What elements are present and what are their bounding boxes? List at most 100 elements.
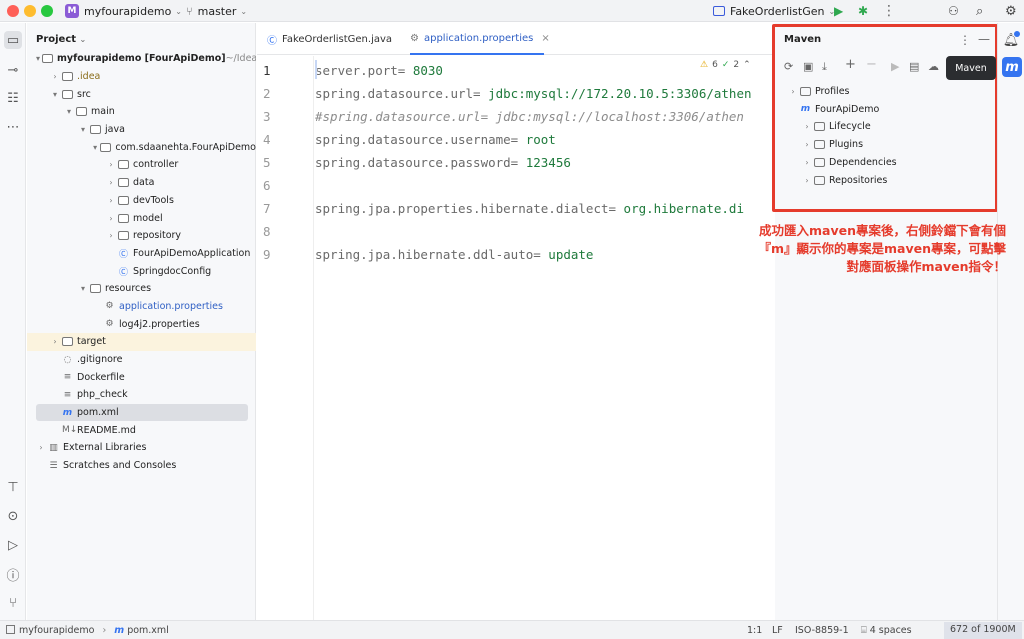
chevron-right-icon[interactable]: › bbox=[36, 443, 46, 452]
project-tool-icon[interactable]: ▭ bbox=[4, 31, 22, 49]
code-line: spring.jpa.hibernate.ddl-auto= update bbox=[315, 247, 593, 262]
tree-item-label: repository bbox=[133, 230, 182, 242]
commit-icon[interactable]: ⊸ bbox=[4, 61, 22, 79]
problems-icon[interactable]: ⓘ bbox=[4, 565, 22, 584]
chevron-right-icon[interactable]: › bbox=[106, 160, 116, 169]
more-tools-icon[interactable]: ⋯ bbox=[4, 118, 22, 136]
chevron-down-icon[interactable]: ▾ bbox=[78, 125, 88, 134]
chevron-right-icon[interactable]: › bbox=[106, 231, 116, 240]
tree-item[interactable]: Ⓒ FourApiDemoApplication bbox=[27, 245, 256, 263]
line-separator[interactable]: LF bbox=[772, 625, 783, 636]
tree-item[interactable]: › repository bbox=[27, 227, 256, 245]
tree-item[interactable]: Ⓒ SpringdocConfig bbox=[27, 262, 256, 280]
property-value: org.hibernate.di bbox=[616, 201, 744, 216]
tree-item-label: php_check bbox=[77, 389, 128, 401]
chevron-down-icon[interactable]: ▾ bbox=[36, 54, 40, 63]
run-tool-icon[interactable]: ▷ bbox=[4, 536, 22, 554]
chevron-right-icon[interactable]: › bbox=[106, 214, 116, 223]
editor-area: Ⓒ FakeOrderlistGen.java ⚙ application.pr… bbox=[257, 23, 774, 620]
folder-icon bbox=[100, 142, 112, 152]
branch-switcher[interactable]: ⑂ master ⌄ bbox=[186, 3, 247, 19]
tree-item[interactable]: › devTools bbox=[27, 192, 256, 210]
git-icon[interactable]: ⑂ bbox=[4, 594, 22, 612]
tree-item[interactable]: › .idea bbox=[27, 68, 256, 86]
chevron-down-icon[interactable]: ▾ bbox=[78, 284, 88, 293]
folder-icon bbox=[118, 178, 129, 188]
tree-item-label: pom.xml bbox=[77, 407, 119, 419]
caret-position[interactable]: 1:1 bbox=[747, 625, 762, 636]
tree-item[interactable]: ☰ Scratches and Consoles bbox=[27, 457, 256, 475]
tree-item[interactable]: ▾ src bbox=[27, 85, 256, 103]
structure-icon[interactable]: ☷ bbox=[4, 89, 22, 107]
tree-item[interactable]: ▾ com.sdaanehta.FourApiDemo bbox=[27, 138, 256, 156]
tree-item[interactable]: ▾ java bbox=[27, 121, 256, 139]
tree-item[interactable]: ▾ myfourapidemo [FourApiDemo] ~/IdeaPro bbox=[27, 50, 256, 68]
indent-setting[interactable]: ⌸ 4 spaces bbox=[861, 625, 912, 636]
tree-item[interactable]: ▾ main bbox=[27, 103, 256, 121]
property-value: root bbox=[518, 132, 556, 147]
run-config-selector[interactable]: FakeOrderlistGen ⌄ bbox=[713, 3, 835, 19]
run-icon[interactable]: ▶ bbox=[834, 3, 843, 19]
tree-item[interactable]: M↓ README.md bbox=[27, 421, 256, 439]
scratch-icon: ☰ bbox=[49, 460, 58, 471]
code-line: spring.jpa.properties.hibernate.dialect=… bbox=[315, 201, 744, 216]
debug-icon[interactable]: ✱ bbox=[858, 3, 868, 19]
tree-item[interactable]: ⚙ application.properties bbox=[27, 298, 256, 316]
gear-icon: ⚙ bbox=[105, 301, 114, 312]
line-number: 8 bbox=[263, 224, 271, 239]
close-tab-icon[interactable]: × bbox=[541, 33, 549, 44]
breadcrumb[interactable]: myfourapidemo › m pom.xml bbox=[6, 625, 169, 636]
tree-item-label: src bbox=[77, 88, 91, 100]
gear-icon: ⚙ bbox=[105, 319, 114, 330]
chevron-right-icon[interactable]: › bbox=[50, 72, 60, 81]
tree-item[interactable]: m pom.xml bbox=[36, 403, 248, 422]
search-icon[interactable]: ⌕ bbox=[976, 3, 983, 19]
chevron-down-icon: ⌄ bbox=[240, 6, 248, 16]
class-icon: Ⓒ bbox=[118, 267, 128, 278]
tree-item-label: .gitignore bbox=[77, 354, 123, 366]
add-user-icon[interactable]: ⚇ bbox=[948, 3, 959, 19]
chevron-down-icon[interactable]: ▾ bbox=[50, 90, 60, 99]
tree-item[interactable]: ◌ .gitignore bbox=[27, 351, 256, 369]
chevron-right-icon[interactable]: › bbox=[50, 337, 60, 346]
code-line: #spring.datasource.url= jdbc:mysql://loc… bbox=[315, 109, 744, 124]
tree-item[interactable]: › ▥ External Libraries bbox=[27, 439, 256, 457]
tree-item[interactable]: ≡ Dockerfile bbox=[27, 368, 256, 386]
services-icon[interactable]: ⊙ bbox=[4, 507, 22, 525]
close-window-button[interactable] bbox=[7, 5, 19, 17]
maven-tooltip: Maven bbox=[946, 56, 996, 80]
tree-item[interactable]: ▾ resources bbox=[27, 280, 256, 298]
tab-fake-orderlist-gen[interactable]: Ⓒ FakeOrderlistGen.java bbox=[267, 23, 399, 55]
tree-item[interactable]: › data bbox=[27, 174, 256, 192]
tree-item-label: devTools bbox=[133, 194, 174, 206]
tab-label: application.properties bbox=[423, 32, 534, 44]
tree-item-label: SpringdocConfig bbox=[133, 265, 212, 277]
build-hammer-icon[interactable]: ⊤ bbox=[4, 478, 22, 496]
settings-gear-icon[interactable]: ⚙ bbox=[1005, 3, 1017, 19]
tree-item[interactable]: › target bbox=[27, 333, 256, 351]
chevron-down-icon[interactable]: ▾ bbox=[64, 107, 74, 116]
line-number: 4 bbox=[263, 132, 271, 147]
project-panel-title[interactable]: Project ⌄ bbox=[36, 34, 86, 45]
more-actions-icon[interactable]: ⋮ bbox=[882, 3, 896, 19]
chevron-right-icon[interactable]: › bbox=[106, 196, 116, 205]
doc-icon: ≡ bbox=[63, 389, 72, 400]
title-bar: M myfourapidemo ⌄ ⑂ master ⌄ FakeOrderli… bbox=[0, 0, 1024, 22]
zoom-window-button[interactable] bbox=[41, 5, 53, 17]
file-encoding[interactable]: ISO-8859-1 bbox=[795, 625, 849, 636]
chevron-down-icon[interactable]: ▾ bbox=[92, 143, 98, 152]
left-tool-strip: ▭ ⊸ ☷ ⋯ ⊤ ⊙ ▷ ⓘ ⑂ bbox=[0, 23, 26, 620]
chevron-right-icon[interactable]: › bbox=[106, 178, 116, 187]
tree-item[interactable]: ⚙ log4j2.properties bbox=[27, 315, 256, 333]
doc-icon: ≡ bbox=[63, 372, 72, 383]
tab-application-properties[interactable]: ⚙ application.properties × bbox=[410, 23, 550, 55]
tree-item[interactable]: ≡ php_check bbox=[27, 386, 256, 404]
project-switcher[interactable]: M myfourapidemo ⌄ bbox=[65, 3, 182, 19]
tree-item[interactable]: › controller bbox=[27, 156, 256, 174]
memory-indicator[interactable]: 672 of 1900M bbox=[944, 622, 1022, 639]
tree-item[interactable]: › model bbox=[27, 209, 256, 227]
maven-tool-icon[interactable]: m bbox=[1002, 57, 1022, 77]
property-key: spring.jpa.properties.hibernate.dialect= bbox=[315, 201, 617, 216]
minimize-window-button[interactable] bbox=[24, 5, 36, 17]
code-editor[interactable]: server.port= 8030 spring.datasource.url= … bbox=[315, 56, 774, 620]
